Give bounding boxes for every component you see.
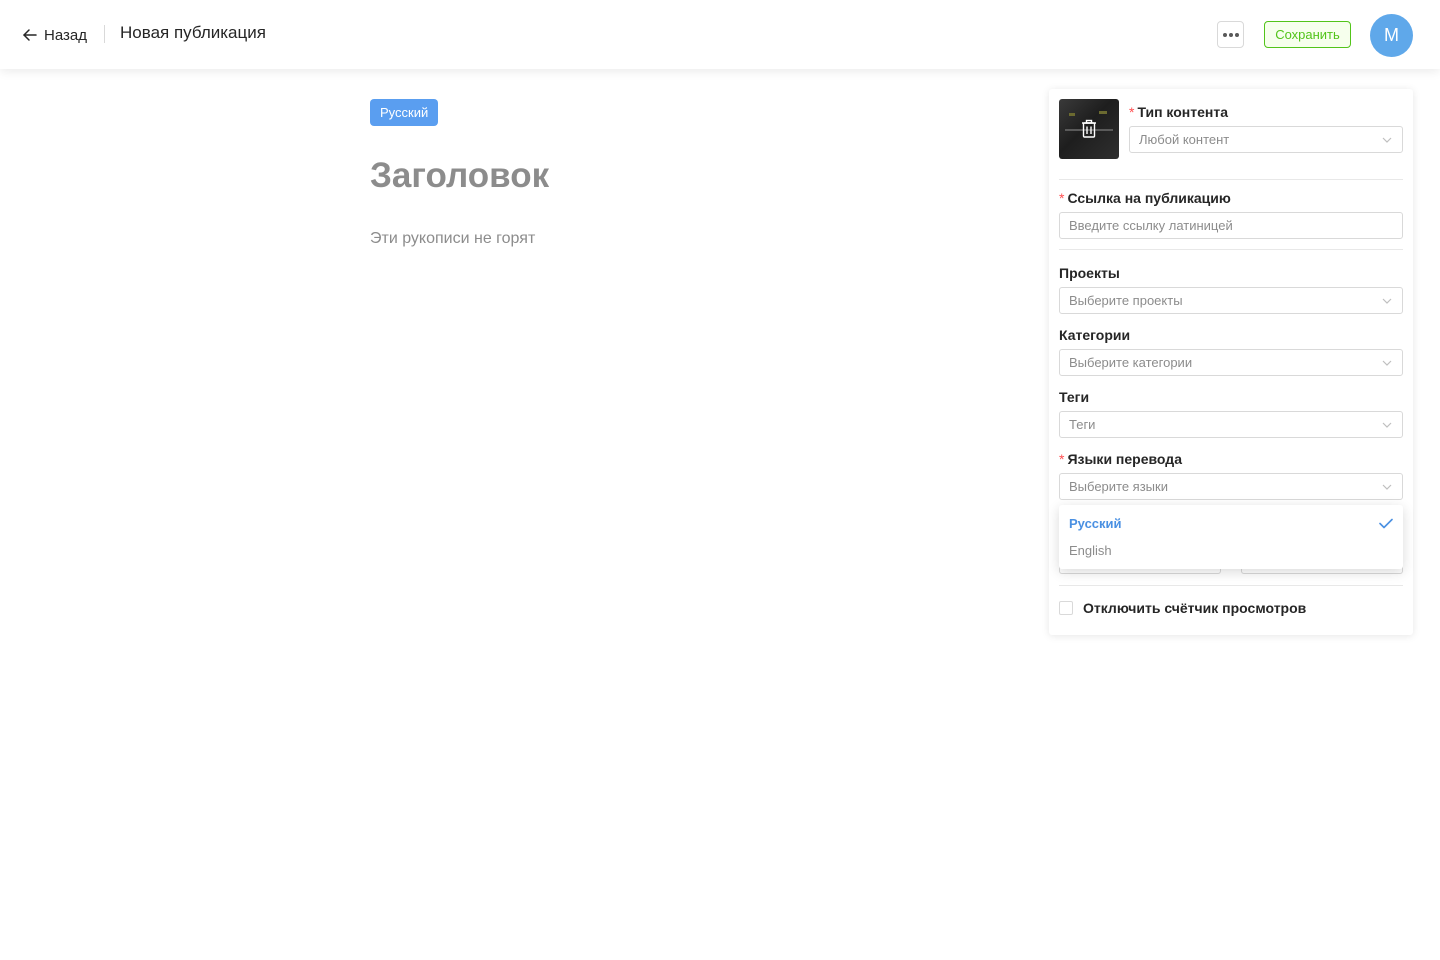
avatar[interactable]: M — [1370, 14, 1413, 57]
check-icon — [1379, 518, 1393, 529]
back-label: Назад — [44, 26, 87, 44]
languages-select[interactable]: Выберите языки — [1059, 473, 1403, 500]
arrow-left-icon — [23, 29, 37, 41]
categories-placeholder: Выберите категории — [1069, 355, 1193, 370]
languages-placeholder: Выберите языки — [1069, 479, 1168, 494]
language-tag[interactable]: Русский — [370, 99, 439, 126]
required-asterisk: * — [1059, 451, 1065, 467]
disable-view-counter-checkbox[interactable] — [1059, 601, 1073, 615]
option-label: English — [1069, 543, 1112, 558]
header-divider — [104, 25, 105, 43]
tags-select[interactable]: Теги — [1059, 411, 1403, 438]
tags-label: Теги — [1059, 389, 1090, 405]
categories-label: Категории — [1059, 327, 1131, 343]
projects-select[interactable]: Выберите проекты — [1059, 287, 1403, 314]
link-input[interactable]: Введите ссылку латиницей — [1059, 212, 1403, 239]
top-bar: Назад Новая публикация Сохранить M — [0, 0, 1440, 69]
projects-placeholder: Выберите проекты — [1069, 293, 1183, 308]
languages-label: * Языки перевода — [1059, 451, 1182, 467]
tags-placeholder: Теги — [1069, 417, 1096, 432]
more-button[interactable] — [1217, 21, 1244, 48]
chevron-down-icon — [1382, 298, 1392, 304]
projects-label: Проекты — [1059, 265, 1120, 281]
save-button[interactable]: Сохранить — [1264, 21, 1351, 48]
categories-select[interactable]: Выберите категории — [1059, 349, 1403, 376]
language-option-english[interactable]: English — [1059, 537, 1403, 564]
chevron-down-icon — [1382, 137, 1392, 143]
required-asterisk: * — [1059, 190, 1065, 206]
cover-image[interactable] — [1059, 99, 1119, 159]
disable-view-counter-row[interactable]: Отключить счётчик просмотров — [1059, 600, 1306, 616]
required-asterisk: * — [1129, 104, 1135, 120]
content-type-select[interactable]: Любой контент — [1129, 126, 1403, 153]
languages-dropdown: Русский English — [1059, 505, 1403, 569]
content-type-value: Любой контент — [1139, 132, 1230, 147]
chevron-down-icon — [1382, 360, 1392, 366]
subtitle-input[interactable]: Эти рукописи не горят — [370, 230, 535, 248]
title-input[interactable]: Заголовок — [370, 156, 549, 196]
more-dots-icon — [1222, 32, 1239, 37]
divider — [1059, 179, 1403, 180]
back-link[interactable]: Назад — [22, 24, 87, 46]
divider — [1059, 585, 1403, 586]
trash-icon[interactable] — [1080, 119, 1098, 139]
divider — [1059, 249, 1403, 250]
page-title: Новая публикация — [120, 23, 266, 42]
content-type-label: * Тип контента — [1129, 104, 1228, 120]
chevron-down-icon — [1382, 422, 1392, 428]
link-label: * Ссылка на публикацию — [1059, 190, 1231, 206]
option-label: Русский — [1069, 516, 1122, 531]
chevron-down-icon — [1382, 484, 1392, 490]
language-option-russian[interactable]: Русский — [1059, 510, 1403, 537]
disable-view-counter-label: Отключить счётчик просмотров — [1083, 600, 1307, 616]
link-placeholder: Введите ссылку латиницей — [1069, 218, 1233, 233]
